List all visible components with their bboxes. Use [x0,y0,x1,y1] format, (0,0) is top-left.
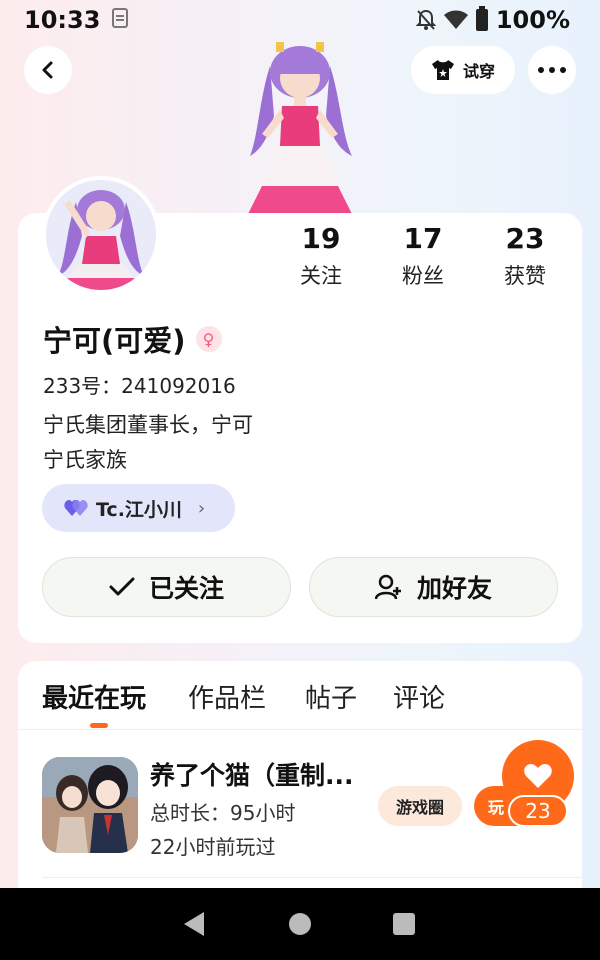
avatar-image [46,180,156,290]
nav-recents-icon[interactable] [393,913,415,935]
tabs-divider [18,729,582,730]
play-label: 玩 [488,798,505,817]
try-on-button[interactable]: 试穿 [411,46,515,94]
stat-likes[interactable]: 23 获赞 [480,222,570,290]
game-duration: 总时长：95小时 [150,801,296,825]
double-heart-icon [64,500,88,516]
user-id: 233号：241092016 [43,374,236,398]
chevron-right-icon: › [197,497,206,519]
game-title[interactable]: 养了个猫（重制... [150,756,370,792]
tab-active-indicator [90,723,108,728]
tab-recent-play[interactable]: 最近在玩 [42,678,146,715]
more-button[interactable] [528,46,576,94]
name-row: 宁可(可爱) ♀ [43,318,222,360]
bio-line: 宁氏集团董事长，宁可 [43,413,253,437]
add-user-icon [374,574,401,600]
stat-fans[interactable]: 17 粉丝 [378,222,468,290]
stat-likes-label: 获赞 [504,264,546,288]
wifi-icon [443,10,468,29]
status-bar: 10:33 100% [0,0,600,40]
row-divider [42,877,582,878]
stat-fans-count: 17 [403,222,443,255]
game-last-played: 22小时前玩过 [150,835,276,859]
tab-works[interactable]: 作品栏 [188,678,266,715]
back-arrow-icon [42,61,53,79]
stat-following-count: 19 [301,222,341,255]
more-dots-icon [538,67,566,73]
followed-button[interactable]: 已关注 [42,557,291,617]
add-friend-label: 加好友 [416,574,492,603]
tab-posts[interactable]: 帖子 [305,678,357,715]
nav-home-icon[interactable] [289,913,311,935]
guild-label: Tc.江小川 [96,498,182,521]
battery-percent: 100% [495,6,570,34]
add-friend-button[interactable]: 加好友 [309,557,558,617]
stat-following[interactable]: 19 关注 [276,222,366,290]
nav-back-icon[interactable] [184,912,204,936]
check-icon [109,577,135,596]
stat-following-label: 关注 [300,264,342,288]
followed-label: 已关注 [148,574,224,603]
try-on-label: 试穿 [462,62,495,81]
user-bio: 宁氏集团董事长，宁可 宁氏家族 [43,408,253,478]
status-time: 10:33 [24,6,101,34]
female-icon: ♀ [195,326,222,352]
battery-icon [475,6,488,31]
system-nav-bar [0,888,600,960]
like-count-badge: 23 [508,795,568,827]
avatar-figure-image [248,42,352,214]
stat-fans-label: 粉丝 [402,264,444,288]
back-button[interactable] [24,46,72,94]
stat-likes-count: 23 [505,222,545,255]
guild-chip[interactable]: Tc.江小川 › [42,484,235,532]
tab-comments[interactable]: 评论 [393,678,445,715]
avatar[interactable] [42,176,160,294]
bio-line: 宁氏家族 [43,448,127,472]
notification-icon [112,8,128,28]
heart-icon [524,764,552,788]
game-icon[interactable] [42,757,138,853]
status-right: 100% [415,6,570,34]
bell-off-icon [415,9,436,30]
user-name: 宁可(可爱) [43,324,186,358]
game-cover-image [42,757,138,853]
shirt-icon [431,60,454,80]
game-circle-button[interactable]: 游戏圈 [378,786,462,826]
